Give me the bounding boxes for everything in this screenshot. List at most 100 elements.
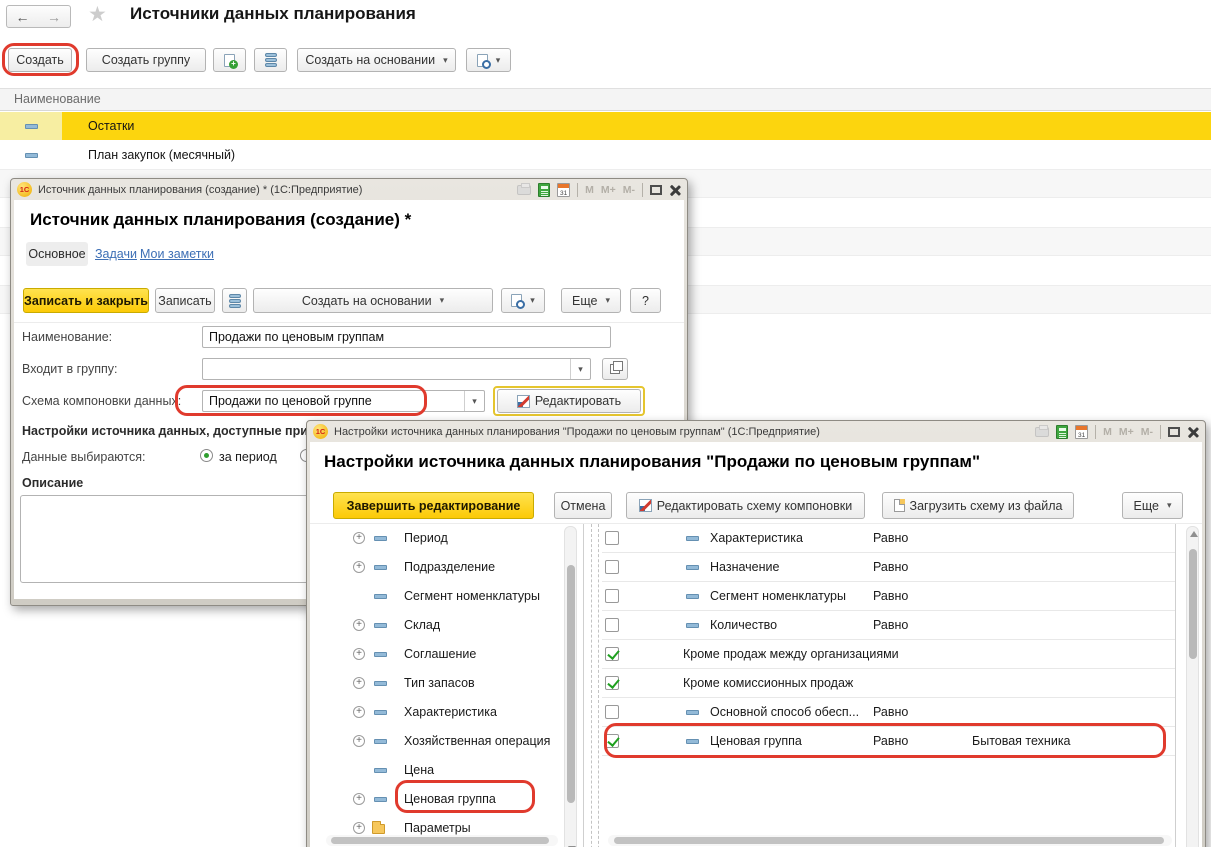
tree-item[interactable]: +Хозяйственная операция bbox=[318, 727, 583, 756]
edit-schema-button[interactable]: Редактировать bbox=[497, 389, 641, 413]
close-icon[interactable] bbox=[669, 184, 681, 196]
memory-m-button[interactable]: M bbox=[1103, 426, 1112, 438]
pane-splitter[interactable] bbox=[591, 524, 599, 847]
table-row[interactable]: Остатки bbox=[0, 112, 1211, 141]
save-and-close-button[interactable]: Записать и закрыть bbox=[23, 288, 149, 313]
save-button[interactable]: Записать bbox=[155, 288, 215, 313]
calendar-icon[interactable]: 31 bbox=[1075, 425, 1088, 439]
dialog1-titlebar[interactable]: 1С Источник данных планирования (создани… bbox=[14, 179, 684, 200]
tree-item[interactable]: +Ценовая группа bbox=[318, 785, 583, 814]
group-field[interactable]: ▾ bbox=[202, 358, 591, 380]
finish-editing-button[interactable]: Завершить редактирование bbox=[333, 492, 534, 519]
expand-icon[interactable]: + bbox=[353, 648, 365, 660]
checkbox-unchecked[interactable] bbox=[605, 560, 619, 574]
memory-m-minus-button[interactable]: M- bbox=[1141, 426, 1153, 438]
tree-item[interactable]: +Тип запасов bbox=[318, 669, 583, 698]
checkbox-unchecked[interactable] bbox=[605, 531, 619, 545]
tree-item[interactable]: +Соглашение bbox=[318, 640, 583, 669]
filter-row[interactable]: ХарактеристикаРавно bbox=[602, 524, 1175, 553]
checkbox-checked[interactable] bbox=[605, 734, 619, 748]
filter-row[interactable]: КоличествоРавно bbox=[602, 611, 1175, 640]
load-schema-from-file-button[interactable]: Загрузить схему из файла bbox=[882, 492, 1074, 519]
open-group-button[interactable] bbox=[602, 358, 628, 380]
filters-vertical-scrollbar[interactable] bbox=[1186, 526, 1199, 847]
tab-my-notes[interactable]: Мои заметки bbox=[140, 242, 214, 266]
filter-row[interactable]: Сегмент номенклатурыРавно bbox=[602, 582, 1175, 611]
item-dash-icon bbox=[25, 153, 38, 158]
maximize-icon[interactable] bbox=[1168, 427, 1180, 437]
memory-m-button[interactable]: M bbox=[585, 184, 594, 196]
checkbox-unchecked[interactable] bbox=[605, 589, 619, 603]
expand-icon[interactable]: + bbox=[353, 561, 365, 573]
more-button[interactable]: Еще▾ bbox=[1122, 492, 1183, 519]
tab-tasks[interactable]: Задачи bbox=[95, 242, 137, 266]
table-header[interactable]: Наименование bbox=[0, 88, 1211, 111]
radio-for-period[interactable] bbox=[200, 449, 213, 462]
document-plus-icon: + bbox=[224, 54, 235, 67]
list-settings-button[interactable] bbox=[254, 48, 287, 72]
checkbox-checked[interactable] bbox=[605, 676, 619, 690]
more-button[interactable]: Еще▾ bbox=[561, 288, 621, 313]
maximize-icon[interactable] bbox=[650, 185, 662, 195]
calculator-icon[interactable] bbox=[538, 183, 550, 197]
create-group-button[interactable]: Создать группу bbox=[86, 48, 206, 72]
tree-item[interactable]: +Период bbox=[318, 524, 583, 553]
favorite-star-icon[interactable]: ★ bbox=[88, 2, 107, 27]
print-icon[interactable] bbox=[1035, 427, 1049, 437]
filter-label: Основной способ обесп... bbox=[710, 705, 859, 719]
table-row[interactable]: План закупок (месячный) bbox=[0, 141, 1211, 170]
tree-item[interactable]: +Подразделение bbox=[318, 553, 583, 582]
expand-icon[interactable]: + bbox=[353, 619, 365, 631]
filters-horizontal-scrollbar[interactable] bbox=[608, 835, 1172, 846]
open-in-window-icon bbox=[610, 364, 620, 374]
tree-horizontal-scrollbar[interactable] bbox=[326, 835, 558, 846]
add-from-file-button[interactable]: + bbox=[213, 48, 246, 72]
dialog2-title: Настройки источника данных планирования … bbox=[334, 426, 820, 438]
expand-icon[interactable]: + bbox=[353, 532, 365, 544]
chevron-down-icon[interactable]: ▾ bbox=[570, 359, 590, 379]
reports-dropdown-button[interactable]: ▾ bbox=[501, 288, 545, 313]
filter-row[interactable]: НазначениеРавно bbox=[602, 553, 1175, 582]
filter-label: Сегмент номенклатуры bbox=[710, 589, 846, 603]
filter-row[interactable]: Ценовая группаРавноБытовая техника bbox=[602, 727, 1175, 756]
checkbox-unchecked[interactable] bbox=[605, 618, 619, 632]
create-button[interactable]: Создать bbox=[8, 48, 72, 72]
chevron-down-icon[interactable]: ▾ bbox=[464, 391, 484, 411]
cancel-button[interactable]: Отмена bbox=[554, 492, 612, 519]
expand-icon[interactable]: + bbox=[353, 793, 365, 805]
edit-composition-schema-button[interactable]: Редактировать схему компоновки bbox=[626, 492, 865, 519]
print-icon[interactable] bbox=[517, 185, 531, 195]
calculator-icon[interactable] bbox=[1056, 425, 1068, 439]
reports-dropdown-button[interactable]: ▾ bbox=[466, 48, 511, 72]
filter-row[interactable]: Кроме комиссионных продаж bbox=[602, 669, 1175, 698]
schema-field[interactable]: Продажи по ценовой группе ▾ bbox=[202, 390, 485, 412]
dialog2-titlebar[interactable]: 1С Настройки источника данных планирован… bbox=[310, 421, 1202, 442]
expand-icon[interactable]: + bbox=[353, 735, 365, 747]
tree-item[interactable]: Цена bbox=[318, 756, 583, 785]
expand-icon[interactable]: + bbox=[353, 677, 365, 689]
list-settings-button[interactable] bbox=[222, 288, 247, 313]
memory-m-plus-button[interactable]: M+ bbox=[601, 184, 616, 196]
nav-forward-button[interactable]: → bbox=[38, 5, 71, 28]
calendar-icon[interactable]: 31 bbox=[557, 183, 570, 197]
tree-item[interactable]: Сегмент номенклатуры bbox=[318, 582, 583, 611]
filter-row[interactable]: Кроме продаж между организациями bbox=[602, 640, 1175, 669]
nav-back-button[interactable]: ← bbox=[6, 5, 39, 28]
memory-m-plus-button[interactable]: M+ bbox=[1119, 426, 1134, 438]
create-based-on-button[interactable]: Создать на основании▾ bbox=[297, 48, 456, 72]
field-dash-icon bbox=[374, 797, 387, 802]
tree-vertical-scrollbar[interactable] bbox=[564, 526, 577, 847]
tree-item[interactable]: +Склад bbox=[318, 611, 583, 640]
close-icon[interactable] bbox=[1187, 426, 1199, 438]
tree-item[interactable]: +Характеристика bbox=[318, 698, 583, 727]
create-based-on-button[interactable]: Создать на основании▾ bbox=[253, 288, 493, 313]
tab-main[interactable]: Основное bbox=[26, 242, 88, 266]
help-button[interactable]: ? bbox=[630, 288, 661, 313]
memory-m-minus-button[interactable]: M- bbox=[623, 184, 635, 196]
checkbox-checked[interactable] bbox=[605, 647, 619, 661]
expand-icon[interactable]: + bbox=[353, 822, 365, 834]
checkbox-unchecked[interactable] bbox=[605, 705, 619, 719]
expand-icon[interactable]: + bbox=[353, 706, 365, 718]
name-field[interactable]: Продажи по ценовым группам bbox=[202, 326, 611, 348]
filter-row[interactable]: Основной способ обесп...Равно bbox=[602, 698, 1175, 727]
